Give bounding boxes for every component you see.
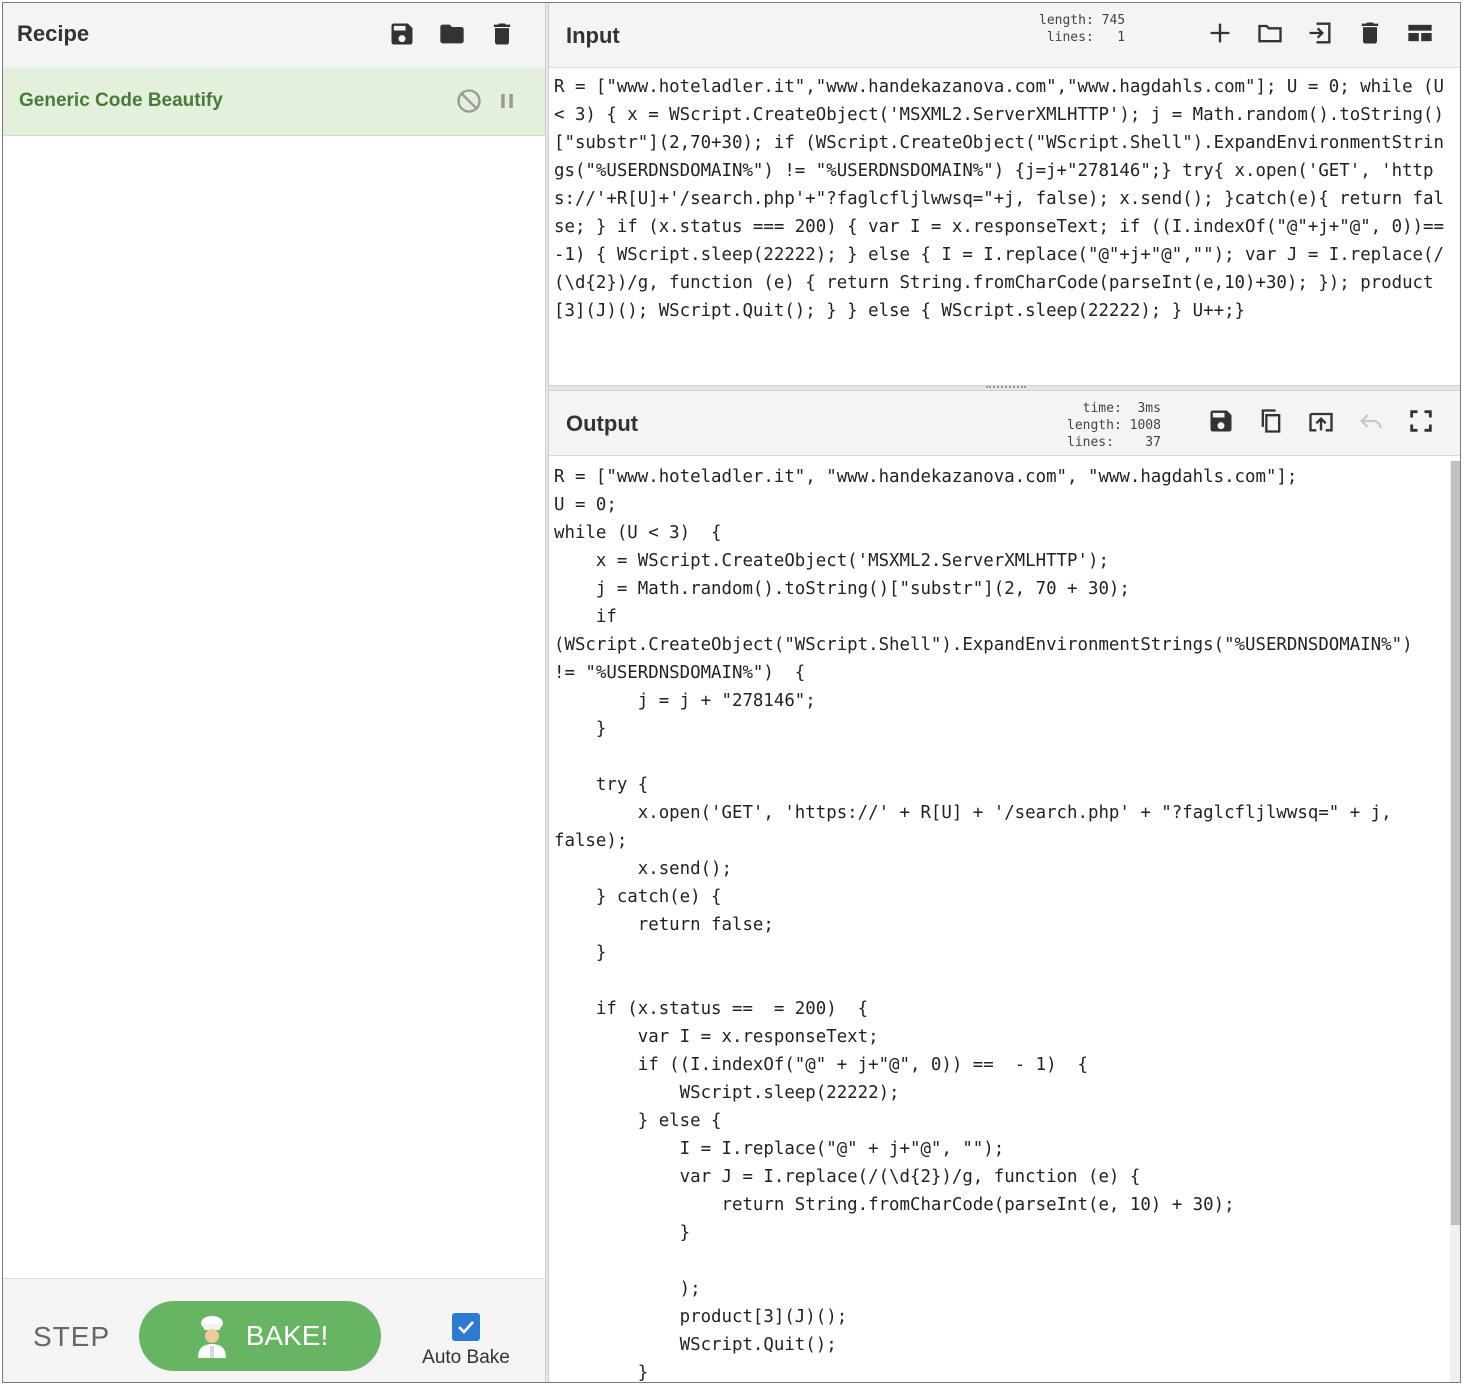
output-stats: time: 3ms length: 1008 lines: 37 <box>1067 400 1161 451</box>
output-toolbar <box>1203 403 1439 439</box>
input-title: Input <box>566 23 620 48</box>
auto-bake[interactable]: Auto Bake <box>421 1313 511 1369</box>
input-pane: Input length: 745 lines: 1 R = ["www.hot… <box>549 3 1460 385</box>
length-value: 1008 <box>1129 418 1161 433</box>
step-button[interactable]: STEP <box>33 1321 110 1353</box>
cyberchef-window: Recipe Generic Code Beautify STEP BAKE! … <box>2 2 1461 1383</box>
copy-icon[interactable] <box>1253 403 1289 439</box>
recipe-header: Recipe <box>3 3 545 68</box>
replace-input-icon[interactable] <box>1303 403 1339 439</box>
bake-label: BAKE! <box>245 1320 329 1351</box>
output-header: Output time: 3ms length: 1008 lines: 37 <box>549 391 1460 456</box>
auto-bake-label: Auto Bake <box>422 1347 510 1368</box>
input-toolbar <box>1202 15 1438 51</box>
trash-icon[interactable] <box>1352 15 1388 51</box>
operation-generic-code-beautify[interactable]: Generic Code Beautify <box>3 67 545 136</box>
lines-value: 1 <box>1117 30 1126 45</box>
input-header: Input length: 745 lines: 1 <box>549 3 1460 68</box>
length-label: length: <box>1067 418 1122 433</box>
trash-icon[interactable] <box>484 16 520 52</box>
length-label: length: <box>1039 13 1094 28</box>
recipe-controls: STEP BAKE! Auto Bake <box>3 1278 545 1382</box>
open-folder-icon[interactable] <box>1252 15 1288 51</box>
plus-icon[interactable] <box>1202 15 1238 51</box>
pause-icon[interactable] <box>489 83 525 119</box>
length-value: 745 <box>1101 13 1126 28</box>
recipe-toolbar <box>384 16 520 52</box>
disable-icon[interactable] <box>451 83 487 119</box>
lines-label: lines: <box>1046 30 1094 45</box>
save-icon[interactable] <box>1203 403 1239 439</box>
folder-icon[interactable] <box>434 16 470 52</box>
layout-icon[interactable] <box>1402 15 1438 51</box>
output-pane: Output time: 3ms length: 1008 lines: 37 <box>549 391 1460 1382</box>
operation-name: Generic Code Beautify <box>19 90 223 111</box>
input-text-area[interactable]: R = ["www.hoteladler.it","www.handekazan… <box>554 73 1454 325</box>
recipe-title: Recipe <box>17 21 90 46</box>
output-title: Output <box>566 411 639 436</box>
undo-icon[interactable] <box>1353 403 1389 439</box>
output-scrollbar[interactable] <box>1450 461 1460 1382</box>
save-icon[interactable] <box>384 16 420 52</box>
output-text-area[interactable]: R = ["www.hoteladler.it", "www.handekaza… <box>554 463 1454 1382</box>
lines-label: lines: <box>1067 435 1114 450</box>
scrollbar-thumb[interactable] <box>1451 461 1460 1225</box>
lines-value: 37 <box>1145 435 1161 450</box>
time-label: time: <box>1082 401 1122 416</box>
auto-bake-checkbox[interactable] <box>452 1313 480 1341</box>
fullscreen-icon[interactable] <box>1403 403 1439 439</box>
input-stats: length: 745 lines: 1 <box>1039 12 1125 46</box>
bake-button[interactable]: BAKE! <box>139 1301 381 1371</box>
chef-icon <box>197 1316 226 1358</box>
recipe-pane: Recipe Generic Code Beautify STEP BAKE! … <box>3 3 545 1382</box>
open-file-icon[interactable] <box>1302 15 1338 51</box>
time-value: 3ms <box>1137 401 1161 416</box>
